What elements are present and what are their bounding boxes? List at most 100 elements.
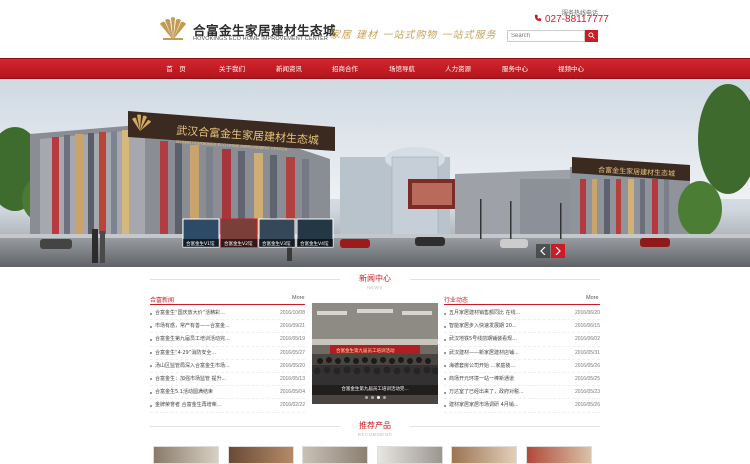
products-section-title: 推荐产品: [359, 421, 391, 430]
product-thumbnail[interactable]: [377, 446, 443, 464]
industry-news-more-link[interactable]: More: [586, 295, 599, 301]
news-item[interactable]: 市场有惑，常产有善——合富金... 2016/09/21: [150, 320, 305, 334]
nav-video[interactable]: 视频中心: [541, 59, 601, 80]
news-title[interactable]: 智能家居步入快速发展期 20...: [449, 320, 517, 333]
photo-caption[interactable]: 合富金生第九届员工培训活动完...: [312, 385, 438, 395]
news-item[interactable]: 建材家居家居市场调研 4月销... 2016/05/26: [444, 399, 600, 413]
nav-home[interactable]: 首 页: [146, 59, 206, 80]
site-header: 合富金生家居建材生态城 HOVOKINGS ECO HOME IMPROVEME…: [0, 0, 750, 58]
nav-about[interactable]: 关于我们: [202, 59, 262, 80]
news-title[interactable]: 汤山区监管局深入合富金生市场...: [155, 360, 230, 373]
news-item[interactable]: 合富金生第九届员工培训活动完... 2016/05/19: [150, 333, 305, 347]
nav-investment[interactable]: 招商合作: [315, 59, 375, 80]
bullet-icon: [444, 378, 446, 381]
news-title[interactable]: 商场开元环境一站一棒新通道: [449, 373, 514, 386]
nav-news[interactable]: 新闻资讯: [259, 59, 319, 80]
product-thumbnail[interactable]: [526, 446, 592, 464]
nav-service[interactable]: 服务中心: [485, 59, 545, 80]
bullet-icon: [444, 312, 446, 315]
news-item[interactable]: 合富金生“国庆放大价”活精彩... 2016/10/08: [150, 307, 305, 321]
product-thumbnail[interactable]: [302, 446, 368, 464]
news-photo-slider[interactable]: 合富金生第九届员工培训活动 合富金生第九届员工培训活动完...: [312, 303, 438, 404]
news-date: 2016/05/04: [279, 389, 305, 396]
bullet-icon: [150, 312, 152, 315]
news-title[interactable]: 五月家居建材销售额同比 在线...: [449, 307, 520, 320]
news-section-subtitle: NEWS: [367, 285, 383, 290]
news-item[interactable]: 金牌荣誉者 合富金生再增荣... 2016/02/22: [150, 399, 305, 413]
news-date: 2016/10/08: [279, 310, 305, 316]
pagination-dot[interactable]: [364, 396, 368, 399]
news-title[interactable]: 合富金生“4·29”消防安全...: [155, 347, 216, 360]
logo-fan-icon[interactable]: [157, 16, 189, 42]
news-title[interactable]: 武汉地铁5号线前期铺装看规...: [449, 333, 517, 346]
news-date: 2016/05/26: [574, 402, 600, 409]
thumb-label-2: 合富金生V2馆: [224, 240, 253, 247]
banner-image: 武汉合富金生家居建材生态城 WUHAN HOVOKINGS ECO HOME I…: [0, 79, 750, 267]
product-thumbnail[interactable]: [153, 446, 219, 464]
company-news-more-link[interactable]: More: [292, 295, 305, 301]
news-title[interactable]: 合富金生5.1活动圆满结束: [155, 386, 213, 399]
hero-banner[interactable]: 武汉合富金生家居建材生态城 WUHAN HOVOKINGS ECO HOME I…: [0, 79, 750, 267]
search-icon: [588, 32, 595, 39]
news-item[interactable]: 合富金生5.1活动圆满结束 2016/05/04: [150, 386, 305, 400]
news-date: 2016/09/21: [279, 323, 305, 330]
bullet-icon: [444, 365, 446, 368]
thumb-label-1: 合富金生V1馆: [186, 240, 215, 247]
news-date: 2016/05/19: [279, 336, 305, 343]
photo-pagination: [312, 396, 438, 399]
news-title[interactable]: 万达室了已经出来了，政府对税...: [449, 386, 524, 399]
product-thumbnail[interactable]: [451, 446, 517, 464]
bullet-icon: [150, 325, 152, 328]
pagination-dot[interactable]: [370, 396, 374, 399]
product-thumbnail[interactable]: [228, 446, 294, 464]
banner-prev-button[interactable]: [536, 244, 550, 258]
news-date: 2016/06/15: [574, 323, 600, 330]
industry-news-heading[interactable]: 行业动态: [444, 295, 468, 304]
pagination-dot[interactable]: [382, 396, 386, 399]
bullet-icon: [150, 352, 152, 355]
news-title[interactable]: 合富金生第九届员工培训活动完...: [155, 333, 230, 346]
news-item[interactable]: 合富金生：加强市场监管 提升... 2016/05/13: [150, 373, 305, 387]
bullet-icon: [150, 391, 152, 394]
hotline-number: 027-88117777: [545, 14, 609, 25]
news-title[interactable]: 海德套房公司开始 ...家庭装...: [449, 360, 515, 373]
news-date: 2016/05/26: [574, 362, 600, 369]
news-item[interactable]: 汤山区监管局深入合富金生市场... 2016/05/20: [150, 360, 305, 373]
search-input[interactable]: [507, 30, 585, 42]
search-button[interactable]: [585, 30, 598, 42]
nav-hr[interactable]: 人力资源: [428, 59, 488, 80]
news-title[interactable]: 建材家居家居市场调研 4月销...: [449, 399, 519, 412]
bullet-icon: [150, 378, 152, 381]
bullet-icon: [150, 404, 152, 407]
company-news-heading[interactable]: 合富新闻: [150, 295, 174, 304]
bullet-icon: [444, 325, 446, 328]
divider: [150, 304, 305, 305]
news-title[interactable]: 武汉建材——新家居建材店铺...: [449, 347, 519, 360]
nav-venue-guide[interactable]: 场馆导航: [372, 59, 432, 80]
phone-icon: [534, 14, 542, 22]
news-item[interactable]: 万达室了已经出来了，政府对税... 2016/05/23: [444, 386, 600, 400]
banner-next-button[interactable]: [551, 244, 565, 258]
divider: [444, 304, 600, 305]
news-item[interactable]: 商场开元环境一站一棒新通道 2016/05/25: [444, 373, 600, 387]
news-title[interactable]: 金牌荣誉者 合富金生再增荣...: [155, 399, 221, 412]
news-item[interactable]: 合富金生“4·29”消防安全... 2016/05/27: [150, 347, 305, 360]
news-title[interactable]: 市场有惑，常产有善——合富金...: [155, 320, 230, 333]
news-title[interactable]: 合富金生“国庆放大价”活精彩...: [155, 307, 225, 320]
news-item[interactable]: 五月家居建材销售额同比 在线... 2016/06/20: [444, 307, 600, 321]
news-date: 2016/05/23: [574, 389, 600, 396]
news-date: 2016/05/20: [279, 362, 305, 369]
news-title[interactable]: 合富金生：加强市场监管 提升...: [155, 373, 226, 386]
chevron-left-icon: [540, 247, 546, 255]
bullet-icon: [444, 404, 446, 407]
news-date: 2016/05/27: [279, 349, 305, 356]
products-section-subtitle: RECOMMEND: [357, 432, 393, 437]
pagination-dot-active[interactable]: [376, 396, 380, 399]
news-item[interactable]: 智能家居步入快速发展期 20... 2016/06/15: [444, 320, 600, 334]
news-item[interactable]: 海德套房公司开始 ...家庭装... 2016/05/26: [444, 360, 600, 373]
company-news-list: 合富金生“国庆放大价”活精彩... 2016/10/08 市场有惑，常产有善——合…: [150, 307, 305, 413]
news-date: 2016/05/31: [574, 349, 600, 356]
news-item[interactable]: 武汉建材——新家居建材店铺... 2016/05/31: [444, 347, 600, 360]
slogan: 家居 建材 一站式购物 一站式服务: [330, 30, 497, 41]
news-item[interactable]: 武汉地铁5号线前期铺装看规... 2016/06/02: [444, 333, 600, 347]
